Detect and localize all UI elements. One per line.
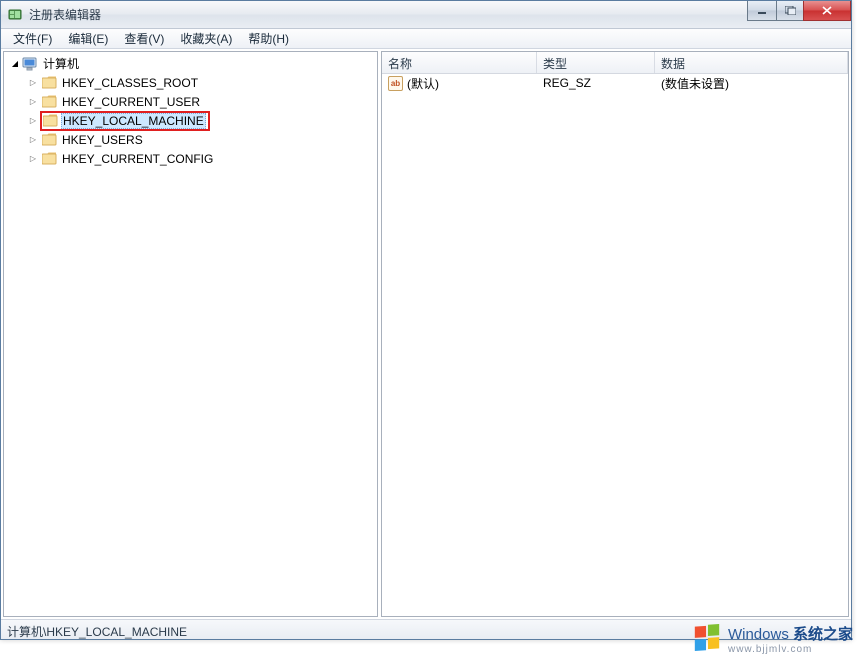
menu-favorites[interactable]: 收藏夹(A) [172,28,240,49]
tree-item-users[interactable]: ▷ HKEY_USERS [4,130,377,149]
app-icon [7,7,23,23]
tree-item-local-machine[interactable]: ▷ HKEY_LOCAL_MACHINE [4,111,377,130]
list-header: 名称 类型 数据 [382,52,848,74]
watermark-text: Windows 系统之家 www.bjjmlv.com [728,623,853,655]
tree-item-current-user[interactable]: ▷ HKEY_CURRENT_USER [4,92,377,111]
highlight-box: HKEY_LOCAL_MACHINE [40,111,210,131]
folder-icon [41,151,57,167]
folder-icon [41,75,57,91]
computer-icon [22,56,38,72]
watermark-brand-prefix: Windows [728,626,789,643]
expand-icon[interactable]: ◢ [8,57,22,71]
close-button[interactable] [803,1,851,21]
expand-icon[interactable]: ▷ [26,152,40,166]
column-header-name[interactable]: 名称 [382,52,537,73]
tree-panel[interactable]: ◢ 计算机 ▷ HKEY_CLASSES_ROOT [3,51,378,617]
cell-name: ab (默认) [382,73,537,94]
folder-icon [41,94,57,110]
watermark-url: www.bjjmlv.com [728,644,853,655]
content-area: ◢ 计算机 ▷ HKEY_CLASSES_ROOT [1,49,851,619]
tree-root-label: 计算机 [41,54,81,73]
expand-icon[interactable]: ▷ [26,133,40,147]
folder-icon [41,132,57,148]
string-value-icon: ab [388,76,403,91]
folder-icon [42,113,58,129]
menubar: 文件(F) 编辑(E) 查看(V) 收藏夹(A) 帮助(H) [1,29,851,49]
window-controls [748,1,851,21]
value-name: (默认) [407,75,439,92]
tree-item-label: HKEY_CURRENT_USER [60,94,202,110]
expand-icon[interactable]: ▷ [26,95,40,109]
expand-icon[interactable]: ▷ [26,114,40,128]
maximize-button[interactable] [776,1,804,21]
status-path: 计算机\HKEY_LOCAL_MACHINE [7,625,187,639]
list-panel[interactable]: 名称 类型 数据 ab (默认) REG_SZ (数值未设置) [381,51,849,617]
tree-item-label: HKEY_LOCAL_MACHINE [61,113,206,129]
list-row[interactable]: ab (默认) REG_SZ (数值未设置) [382,74,848,92]
column-header-type[interactable]: 类型 [537,52,655,73]
menu-edit[interactable]: 编辑(E) [60,28,116,49]
watermark-brand-suffix: 系统之家 [789,626,853,643]
cell-data: (数值未设置) [655,73,848,94]
menu-view[interactable]: 查看(V) [116,28,172,49]
tree-root[interactable]: ◢ 计算机 [4,54,377,73]
windows-logo-icon [692,624,722,654]
minimize-button[interactable] [747,1,777,21]
expand-icon[interactable]: ▷ [26,76,40,90]
menu-file[interactable]: 文件(F) [5,28,60,49]
tree-item-current-config[interactable]: ▷ HKEY_CURRENT_CONFIG [4,149,377,168]
window-title: 注册表编辑器 [29,6,101,23]
window-frame: 注册表编辑器 文件(F) 编辑(E) 查看(V) 收藏夹(A) 帮助(H) ◢ [0,0,852,640]
tree-item-classes-root[interactable]: ▷ HKEY_CLASSES_ROOT [4,73,377,92]
menu-help[interactable]: 帮助(H) [240,28,297,49]
watermark: Windows 系统之家 www.bjjmlv.com [692,623,853,655]
tree-item-label: HKEY_USERS [60,132,145,148]
column-header-data[interactable]: 数据 [655,52,848,73]
tree-item-label: HKEY_CLASSES_ROOT [60,75,200,91]
titlebar[interactable]: 注册表编辑器 [1,1,851,29]
cell-type: REG_SZ [537,74,655,92]
tree-item-label: HKEY_CURRENT_CONFIG [60,151,215,167]
